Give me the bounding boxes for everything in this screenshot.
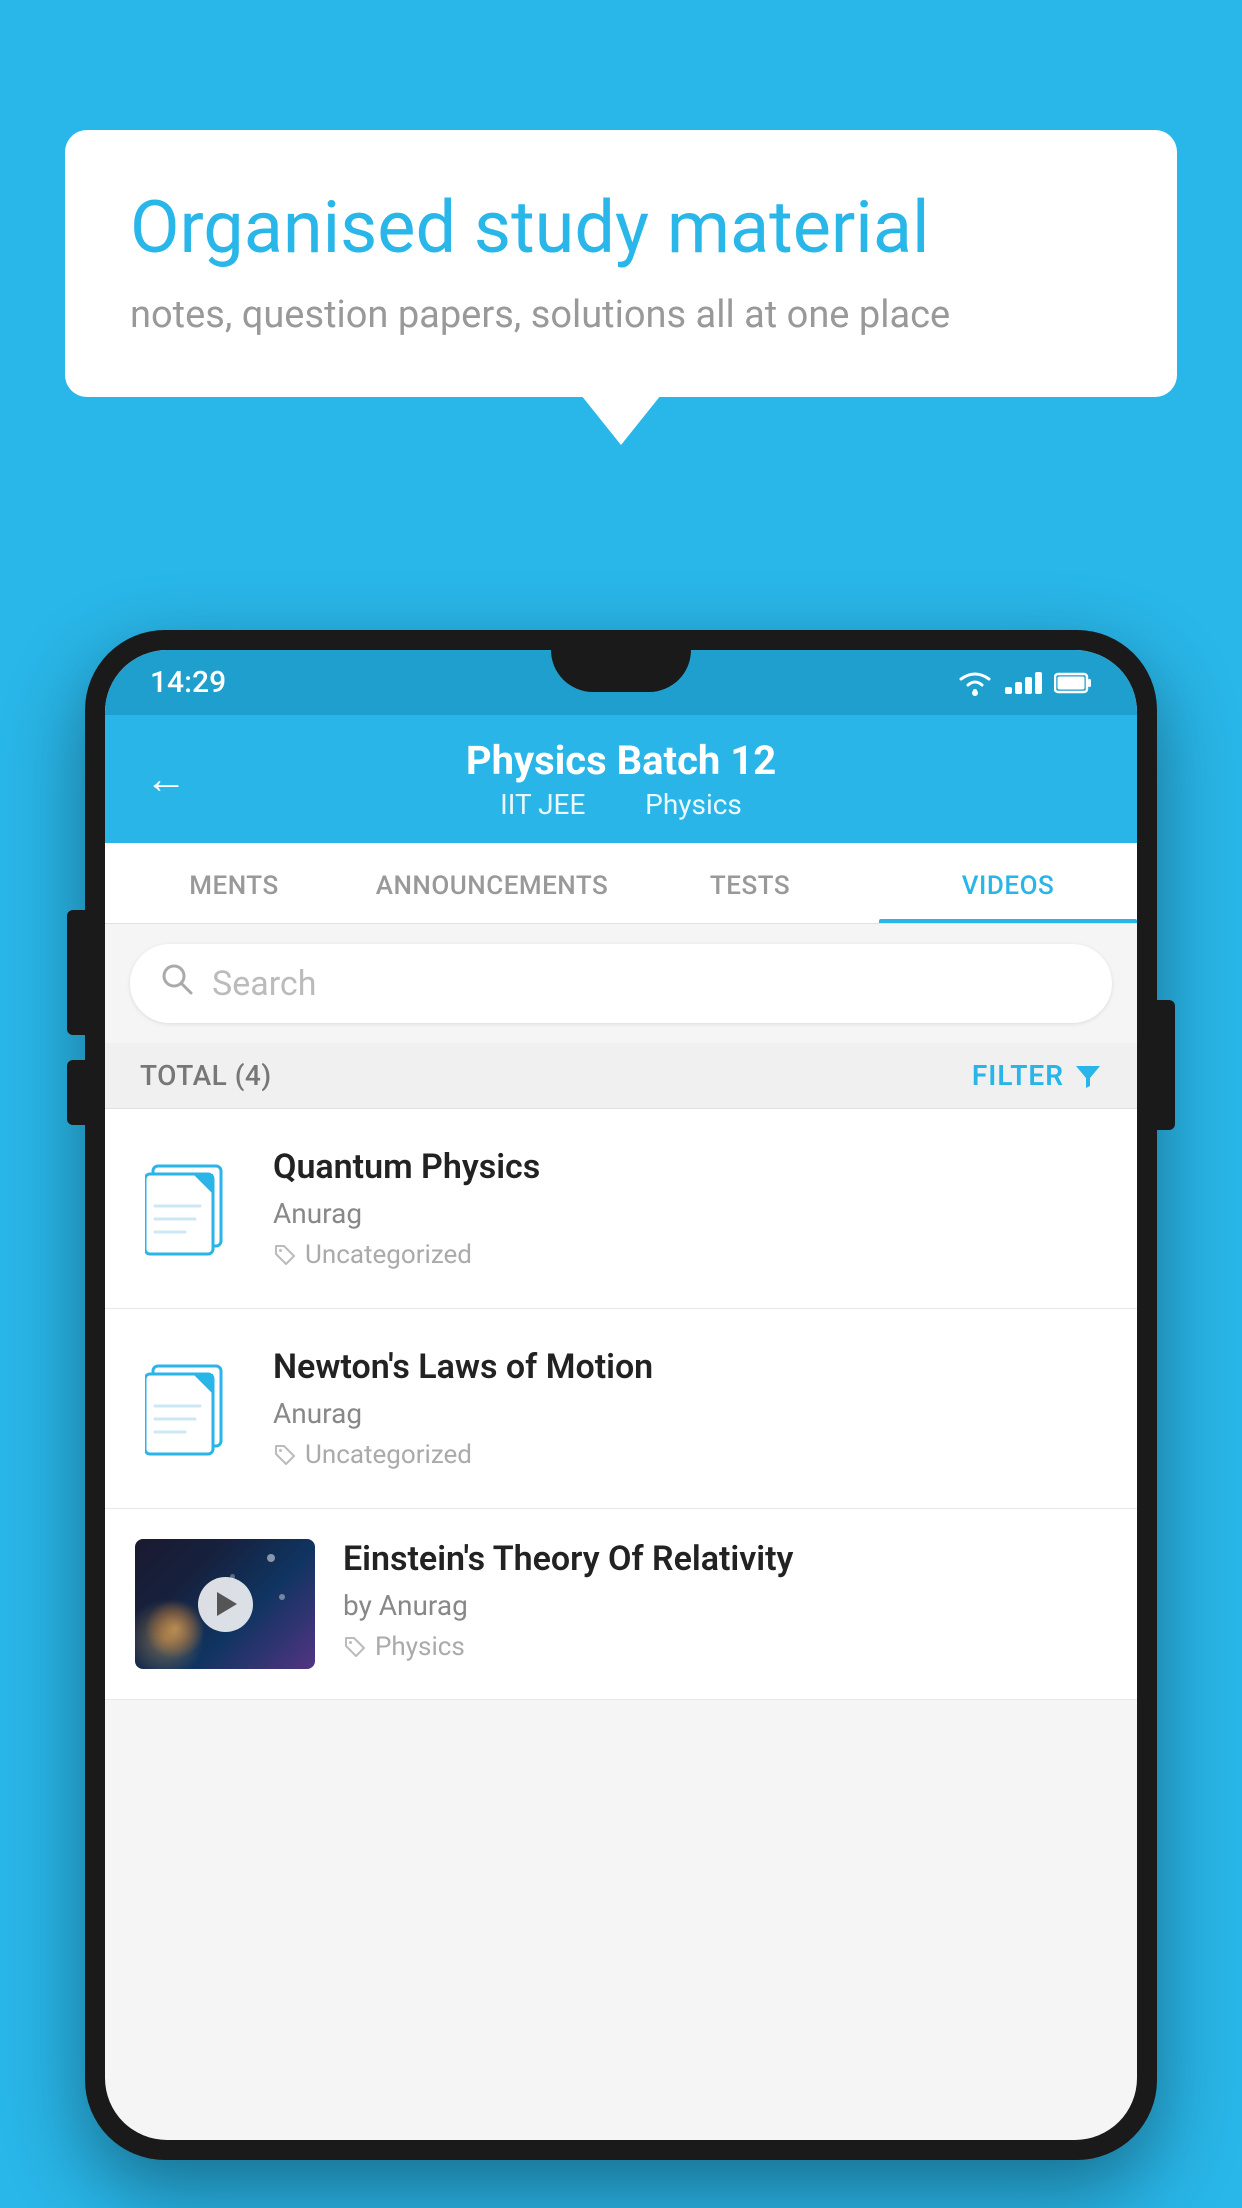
video-title-0: Quantum Physics [273, 1147, 1107, 1187]
tag-icon-2 [343, 1635, 367, 1659]
tab-ments[interactable]: MENTS [105, 843, 363, 923]
tab-videos-label: VIDEOS [962, 871, 1054, 901]
video-item-0[interactable]: Quantum Physics Anurag Uncategorized [105, 1109, 1137, 1309]
video-author-0: Anurag [273, 1197, 1107, 1230]
file-folder-icon-1 [145, 1356, 235, 1461]
video-tag-text-0: Uncategorized [305, 1240, 472, 1270]
video-tag-2: Physics [343, 1632, 1107, 1662]
video-tag-1: Uncategorized [273, 1440, 1107, 1470]
video-info-1: Newton's Laws of Motion Anurag Uncategor… [273, 1347, 1107, 1470]
wifi-icon [957, 669, 993, 697]
status-icons [957, 669, 1092, 697]
video-title-2: Einstein's Theory Of Relativity [343, 1539, 1107, 1579]
video-info-2: Einstein's Theory Of Relativity by Anura… [343, 1539, 1107, 1662]
tag-icon-1 [273, 1443, 297, 1467]
video-list: Quantum Physics Anurag Uncategorized [105, 1109, 1137, 1700]
status-bar: 14:29 [105, 650, 1137, 715]
speech-bubble-container: Organised study material notes, question… [65, 130, 1177, 397]
bubble-title: Organised study material [130, 185, 1112, 271]
video-tag-text-2: Physics [375, 1632, 465, 1662]
video-item-1[interactable]: Newton's Laws of Motion Anurag Uncategor… [105, 1309, 1137, 1509]
app-header: ← Physics Batch 12 IIT JEE Physics [105, 715, 1137, 843]
status-time: 14:29 [150, 665, 226, 700]
total-count: TOTAL (4) [140, 1059, 272, 1092]
filter-row: TOTAL (4) FILTER [105, 1043, 1137, 1109]
battery-icon [1054, 672, 1092, 694]
content-area: Search TOTAL (4) FILTER [105, 944, 1137, 1700]
search-icon [160, 962, 194, 1005]
header-center: Physics Batch 12 IIT JEE Physics [466, 737, 776, 821]
header-subtitle-part1: IIT JEE [500, 788, 585, 821]
tab-announcements-label: ANNOUNCEMENTS [376, 871, 609, 901]
video-thumbnail-2 [135, 1539, 315, 1669]
video-tag-text-1: Uncategorized [305, 1440, 472, 1470]
bubble-subtitle: notes, question papers, solutions all at… [130, 293, 1112, 337]
video-info-0: Quantum Physics Anurag Uncategorized [273, 1147, 1107, 1270]
video-author-1: Anurag [273, 1397, 1107, 1430]
video-author-2: by Anurag [343, 1589, 1107, 1622]
file-folder-icon-0 [145, 1156, 235, 1261]
tab-tests-label: TESTS [710, 871, 790, 901]
search-bar[interactable]: Search [130, 944, 1112, 1023]
filter-button[interactable]: FILTER [972, 1059, 1102, 1092]
tab-bar: MENTS ANNOUNCEMENTS TESTS VIDEOS [105, 843, 1137, 924]
video-thumb-0 [135, 1156, 245, 1261]
header-title: Physics Batch 12 [466, 737, 776, 784]
speech-bubble: Organised study material notes, question… [65, 130, 1177, 397]
video-thumb-1 [135, 1356, 245, 1461]
phone-wrapper: 14:29 [85, 630, 1157, 2208]
play-button-2[interactable] [198, 1577, 253, 1632]
header-subtitle: IIT JEE Physics [466, 788, 776, 821]
header-subtitle-part2: Physics [645, 788, 742, 821]
phone-screen: 14:29 [105, 650, 1137, 2140]
video-tag-0: Uncategorized [273, 1240, 1107, 1270]
tag-icon-0 [273, 1243, 297, 1267]
play-triangle-2 [217, 1592, 237, 1616]
notch [551, 650, 691, 692]
tab-ments-label: MENTS [189, 871, 278, 901]
filter-funnel-icon [1074, 1062, 1102, 1090]
back-button[interactable]: ← [145, 755, 187, 804]
filter-label: FILTER [972, 1059, 1064, 1092]
video-title-1: Newton's Laws of Motion [273, 1347, 1107, 1387]
phone-outer: 14:29 [85, 630, 1157, 2160]
tab-tests[interactable]: TESTS [621, 843, 879, 923]
tab-announcements[interactable]: ANNOUNCEMENTS [363, 843, 621, 923]
search-placeholder: Search [212, 964, 316, 1004]
header-subtitle-divider [608, 788, 622, 821]
signal-icon [1005, 672, 1042, 694]
tab-videos[interactable]: VIDEOS [879, 843, 1137, 923]
video-item-2[interactable]: Einstein's Theory Of Relativity by Anura… [105, 1509, 1137, 1700]
